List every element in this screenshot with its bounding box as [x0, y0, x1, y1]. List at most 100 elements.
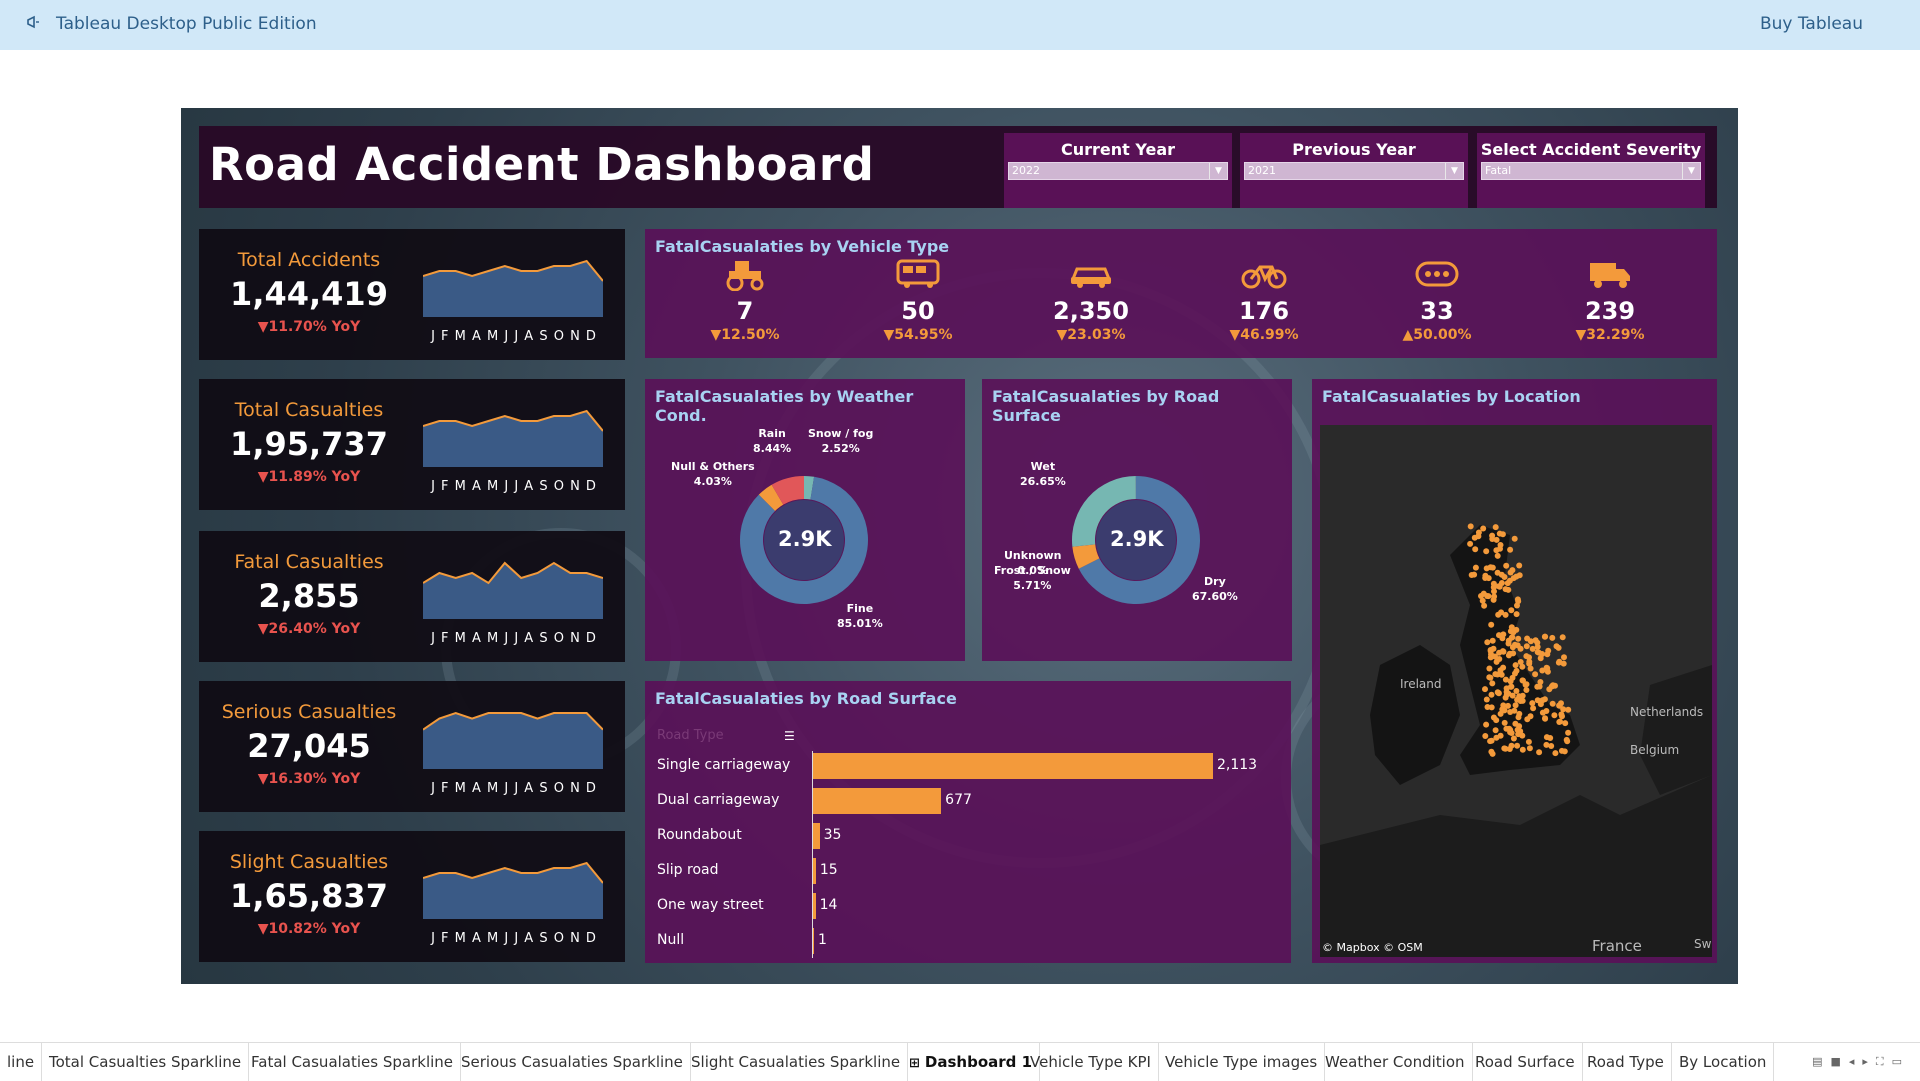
map-point[interactable]	[1526, 745, 1533, 752]
map-point[interactable]	[1507, 709, 1514, 715]
chevron-down-icon[interactable]: ▼	[1209, 163, 1227, 179]
map-point[interactable]	[1468, 572, 1475, 578]
map-point[interactable]	[1544, 651, 1551, 658]
vehicle-type-item[interactable]: 2,350 ▼23.03%	[1011, 257, 1171, 343]
map-point[interactable]	[1559, 634, 1566, 641]
map-point[interactable]	[1556, 658, 1563, 665]
map-point[interactable]	[1553, 643, 1560, 650]
map-point[interactable]	[1492, 653, 1498, 660]
map-point[interactable]	[1506, 650, 1513, 657]
map-point[interactable]	[1482, 733, 1489, 739]
sheet-tab[interactable]: ⊞ Dashboard 1	[902, 1043, 1041, 1081]
map-point[interactable]	[1488, 748, 1495, 755]
sheet-tab[interactable]: line	[0, 1043, 43, 1081]
map-point[interactable]	[1501, 719, 1508, 726]
map-point[interactable]	[1506, 577, 1513, 584]
map-point[interactable]	[1492, 524, 1499, 531]
sheet-tab[interactable]: Slight Casualaties Sparkline	[684, 1043, 909, 1081]
map-point[interactable]	[1502, 676, 1509, 683]
vehicle-type-item[interactable]: 176 ▼46.99%	[1184, 257, 1344, 343]
map-point[interactable]	[1536, 749, 1543, 756]
map-point[interactable]	[1565, 729, 1572, 736]
map-point[interactable]	[1488, 691, 1495, 698]
map-point[interactable]	[1537, 655, 1544, 662]
map-point[interactable]	[1529, 700, 1536, 707]
map-point[interactable]	[1487, 738, 1494, 745]
map-point[interactable]	[1498, 609, 1505, 616]
map-point[interactable]	[1508, 607, 1515, 614]
kpi-sparkline[interactable]	[423, 549, 603, 623]
map-point[interactable]	[1562, 720, 1569, 727]
map-point[interactable]	[1485, 575, 1492, 582]
map-point[interactable]	[1514, 742, 1521, 749]
map-point[interactable]	[1483, 548, 1490, 555]
map-point[interactable]	[1503, 562, 1510, 569]
map-point[interactable]	[1505, 586, 1512, 593]
map-point[interactable]	[1543, 708, 1550, 714]
map-point[interactable]	[1517, 645, 1524, 652]
map-point[interactable]	[1482, 686, 1488, 693]
map-point[interactable]	[1489, 680, 1496, 687]
map-point[interactable]	[1487, 647, 1494, 653]
map-point[interactable]	[1492, 727, 1499, 734]
map-point[interactable]	[1536, 683, 1543, 690]
vehicle-type-item[interactable]: 7 ▼12.50%	[665, 257, 825, 343]
map-point[interactable]	[1496, 583, 1503, 590]
map-point[interactable]	[1523, 681, 1530, 688]
map-point[interactable]	[1563, 736, 1570, 743]
map-point[interactable]	[1517, 659, 1524, 665]
chevron-down-icon[interactable]: ▼	[1682, 163, 1700, 179]
map-point[interactable]	[1516, 562, 1523, 569]
map-point[interactable]	[1501, 574, 1508, 580]
map-point[interactable]	[1513, 611, 1520, 618]
chevron-down-icon[interactable]: ▼	[1445, 163, 1463, 179]
accident-severity-select[interactable]: Fatal ▼	[1481, 162, 1701, 180]
map-point[interactable]	[1483, 565, 1490, 572]
map-point[interactable]	[1507, 729, 1514, 736]
map-point[interactable]	[1515, 598, 1522, 605]
current-year-select[interactable]: 2022 ▼	[1008, 162, 1228, 180]
map-point[interactable]	[1506, 746, 1513, 752]
map-point[interactable]	[1532, 671, 1539, 678]
kpi-sparkline[interactable]	[423, 397, 603, 471]
map-point[interactable]	[1558, 747, 1565, 754]
map-point[interactable]	[1472, 546, 1479, 553]
map-point[interactable]	[1490, 580, 1497, 587]
map-point[interactable]	[1525, 738, 1532, 745]
road-type-bar[interactable]	[813, 858, 816, 884]
map-point[interactable]	[1488, 704, 1495, 711]
road-type-bar[interactable]	[813, 893, 816, 919]
map-point[interactable]	[1523, 687, 1530, 693]
map-point[interactable]	[1516, 572, 1523, 579]
sheet-tab[interactable]: Road Type	[1580, 1043, 1672, 1081]
map-point[interactable]	[1499, 706, 1506, 713]
map-point[interactable]	[1512, 662, 1519, 669]
map-point[interactable]	[1507, 569, 1514, 576]
sort-icon[interactable]: ☰	[784, 729, 795, 743]
sheet-tab[interactable]: Vehicle Type images	[1158, 1043, 1326, 1081]
map-point[interactable]	[1497, 732, 1504, 739]
map-point[interactable]	[1534, 649, 1541, 656]
map-point[interactable]	[1542, 715, 1548, 722]
map-point[interactable]	[1517, 697, 1524, 703]
road-type-bar[interactable]	[813, 788, 942, 814]
map-point[interactable]	[1480, 590, 1487, 597]
map-point[interactable]	[1489, 637, 1496, 644]
sheet-tab[interactable]: Serious Casualaties Sparkline	[454, 1043, 691, 1081]
map-point[interactable]	[1510, 735, 1517, 742]
vehicle-type-item[interactable]: 239 ▼32.29%	[1530, 257, 1690, 343]
kpi-sparkline[interactable]	[423, 849, 603, 923]
map-point[interactable]	[1530, 705, 1537, 712]
map-point[interactable]	[1513, 667, 1520, 674]
map-point[interactable]	[1475, 529, 1482, 536]
map-point[interactable]	[1505, 702, 1511, 709]
map-point[interactable]	[1551, 712, 1558, 719]
map-point[interactable]	[1493, 536, 1500, 543]
vehicle-type-item[interactable]: 33 ▲50.00%	[1357, 257, 1517, 343]
map-point[interactable]	[1489, 564, 1496, 571]
sheet-tab[interactable]: Road Surface	[1468, 1043, 1583, 1081]
map-point[interactable]	[1549, 700, 1556, 707]
map-point[interactable]	[1549, 634, 1556, 641]
map-point[interactable]	[1499, 635, 1506, 642]
map-point[interactable]	[1552, 750, 1559, 757]
